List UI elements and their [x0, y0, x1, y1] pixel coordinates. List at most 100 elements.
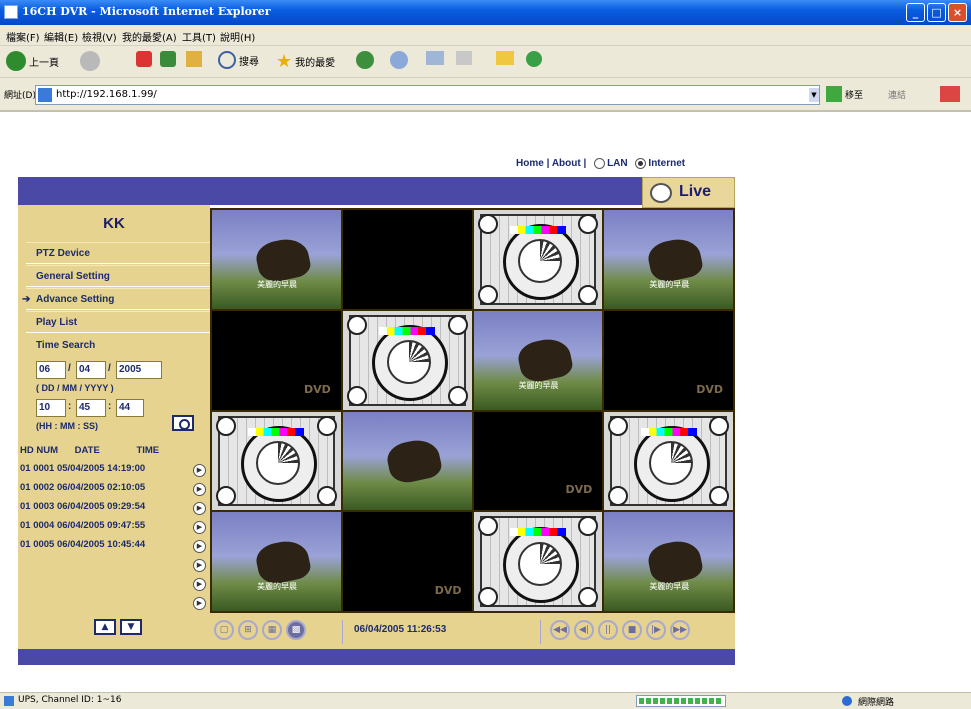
- test-pattern-corner: [346, 314, 367, 335]
- menu-help[interactable]: 說明(H): [220, 29, 255, 44]
- camera-caption: 美麗的早晨: [649, 280, 690, 290]
- time-search-button[interactable]: [172, 415, 194, 431]
- print-button[interactable]: [456, 51, 472, 65]
- camera-view-13[interactable]: 美麗的早晨: [212, 512, 341, 611]
- camera-view-4[interactable]: 美麗的早晨: [604, 210, 733, 309]
- folder-button[interactable]: [496, 51, 514, 65]
- favorites-button[interactable]: ★ 我的最愛: [276, 51, 335, 72]
- back-label: 上一頁: [29, 57, 59, 69]
- camera-view-10[interactable]: [342, 411, 472, 511]
- time-separator: :: [68, 401, 72, 412]
- camera-caption: 美麗的早晨: [257, 280, 298, 290]
- status-text: UPS, Channel ID: 1~16: [18, 695, 122, 705]
- sidebar-item-general-setting[interactable]: General Setting: [26, 265, 210, 287]
- fast-forward-icon[interactable]: ▶▶: [670, 620, 690, 640]
- sidebar-item-advance-setting[interactable]: ➔ Advance Setting: [22, 288, 210, 310]
- back-button[interactable]: 上一頁: [6, 51, 59, 71]
- second-input[interactable]: 44: [116, 399, 144, 417]
- internet-label: Internet: [648, 158, 686, 170]
- address-input[interactable]: http://192.168.1.99/: [35, 85, 820, 105]
- camera-view-2[interactable]: [342, 210, 472, 309]
- camera-view-8[interactable]: [604, 310, 733, 410]
- year-input[interactable]: 2005: [116, 361, 162, 379]
- print-icon: [456, 51, 472, 65]
- close-button[interactable]: ×: [948, 3, 967, 22]
- camera-view-7[interactable]: 美麗的早晨: [473, 310, 603, 410]
- live-tab[interactable]: Live: [642, 177, 735, 208]
- home-button[interactable]: [186, 51, 202, 67]
- address-bar: 網址(D) http://192.168.1.99/ ▼ 移至 連結: [0, 78, 971, 112]
- refresh-button[interactable]: [160, 51, 176, 67]
- go-arrow-icon: [826, 86, 842, 102]
- messenger-icon: [526, 51, 542, 67]
- test-pattern-corner: [216, 415, 236, 436]
- menu-file[interactable]: 檔案(F): [6, 29, 40, 44]
- camera-view-16[interactable]: 美麗的早晨: [604, 512, 733, 611]
- lan-radio[interactable]: [594, 158, 606, 169]
- camera-view-14[interactable]: [342, 512, 472, 611]
- menu-edit[interactable]: 編輯(E): [44, 29, 78, 44]
- month-input[interactable]: 04: [76, 361, 106, 379]
- step-back-icon[interactable]: ◀|: [574, 620, 594, 640]
- pause-icon[interactable]: ||: [598, 620, 618, 640]
- layout-2x2-icon[interactable]: ⊞: [238, 620, 258, 640]
- go-button[interactable]: 移至: [826, 86, 863, 102]
- window-title: 16CH DVR - Microsoft Internet Explorer: [22, 5, 271, 18]
- mail-button[interactable]: [426, 51, 444, 65]
- maximize-button[interactable]: □: [927, 3, 946, 22]
- links-label[interactable]: 連結: [888, 88, 906, 101]
- address-dropdown-arrow[interactable]: ▼: [809, 88, 819, 102]
- play-record-icon[interactable]: ▶: [193, 464, 206, 477]
- camera-view-15[interactable]: [473, 512, 603, 611]
- menu-favorites[interactable]: 我的最愛(A): [122, 29, 177, 44]
- minimize-button[interactable]: _: [906, 3, 925, 22]
- camera-view-12[interactable]: [604, 411, 733, 511]
- play-record-icon[interactable]: ▶: [193, 502, 206, 515]
- sidebar-item-ptz-device[interactable]: PTZ Device: [26, 242, 210, 264]
- play-record-icon[interactable]: ▶: [193, 540, 206, 553]
- layout-1x1-icon[interactable]: ▢: [214, 620, 234, 640]
- stop-icon[interactable]: ■: [622, 620, 642, 640]
- page-down-button[interactable]: ▼: [120, 619, 142, 635]
- menu-tools[interactable]: 工具(T): [182, 29, 216, 44]
- play-record-icon[interactable]: ▶: [193, 521, 206, 534]
- forward-button[interactable]: [80, 51, 100, 71]
- playback-control-bar: ▢ ⊞ ▦ ▩ 06/04/2005 11:26:53 ◀◀ ◀| || ■ |…: [210, 613, 735, 649]
- page-up-button[interactable]: ▲: [94, 619, 116, 635]
- toolbar-extension-icon[interactable]: [940, 86, 960, 102]
- home-link[interactable]: Home: [516, 158, 544, 169]
- camera-view-5[interactable]: [212, 310, 341, 410]
- camera-view-11[interactable]: [473, 411, 603, 511]
- play-record-icon[interactable]: ▶: [193, 597, 206, 610]
- camera-view-1[interactable]: 美麗的早晨: [212, 210, 341, 309]
- play-record-icon[interactable]: ▶: [193, 483, 206, 496]
- minute-input[interactable]: 45: [76, 399, 106, 417]
- messenger-button[interactable]: [526, 51, 542, 67]
- play-record-icon[interactable]: ▶: [193, 578, 206, 591]
- search-button[interactable]: 搜尋: [218, 51, 259, 69]
- camera-view-6[interactable]: [342, 310, 472, 410]
- camera-view-3[interactable]: [473, 210, 603, 309]
- layout-4x4-icon[interactable]: ▩: [286, 620, 306, 640]
- time-separator: :: [108, 401, 112, 412]
- rewind-icon[interactable]: ◀◀: [550, 620, 570, 640]
- layout-3x3-icon[interactable]: ▦: [262, 620, 282, 640]
- about-link[interactable]: About: [552, 158, 581, 169]
- stop-button[interactable]: [136, 51, 152, 67]
- internet-radio[interactable]: [635, 158, 647, 169]
- camera-view-9[interactable]: [212, 411, 341, 511]
- media-button[interactable]: [356, 51, 374, 69]
- menu-view[interactable]: 檢視(V): [82, 29, 117, 44]
- play-record-icon[interactable]: ▶: [193, 559, 206, 572]
- day-input[interactable]: 06: [36, 361, 66, 379]
- test-pattern-center: [256, 440, 301, 485]
- sidebar-item-play-list[interactable]: Play List: [26, 311, 210, 333]
- refresh-icon: [160, 51, 176, 67]
- history-button[interactable]: [390, 51, 408, 69]
- hour-input[interactable]: 10: [36, 399, 66, 417]
- play-icon[interactable]: |▶: [646, 620, 666, 640]
- test-pattern-corner: [477, 587, 498, 607]
- date-separator: /: [108, 363, 111, 374]
- forward-arrow-icon: [80, 51, 100, 71]
- color-bars: [509, 528, 566, 537]
